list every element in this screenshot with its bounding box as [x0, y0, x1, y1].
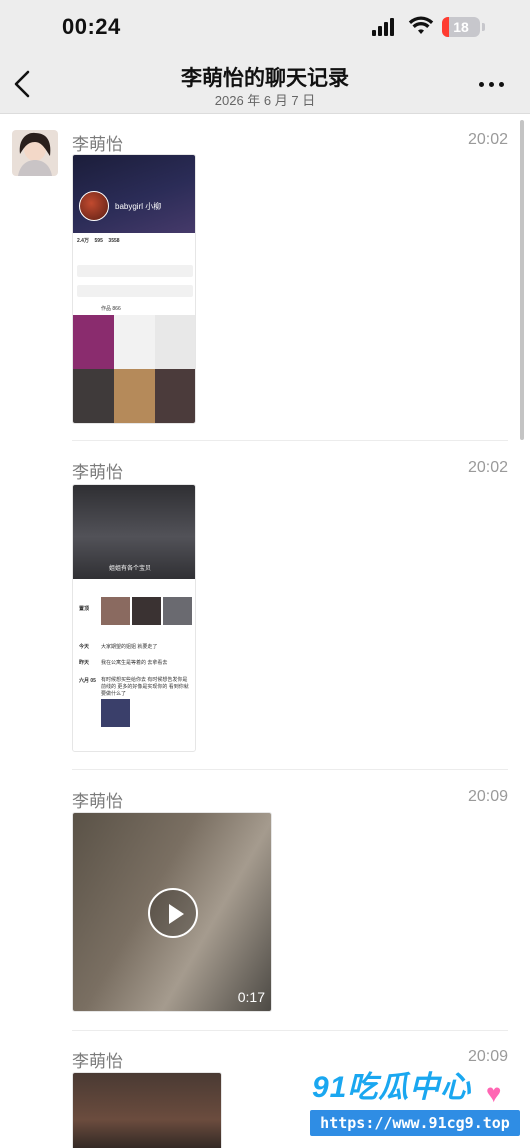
- image-message[interactable]: [72, 1072, 222, 1148]
- profile-name: babygirl 小柳: [115, 202, 162, 211]
- battery-icon: 18: [442, 17, 480, 37]
- grid-cell: [73, 369, 114, 423]
- nav-bar: 李萌怡的聊天记录 2026 年 6 月 7 日: [0, 56, 530, 114]
- play-icon[interactable]: [148, 888, 198, 938]
- profile-tab-works: 作品 866: [101, 306, 121, 312]
- profile-avatar: [79, 191, 109, 221]
- grid-cell: [114, 315, 155, 369]
- feed-row-text: 有时候想买些给你去 有时候想告发你是前线的 更多的好像是实现你的 看到你就要做什…: [101, 677, 189, 697]
- feed-header-caption: 姐姐有各个宝贝: [109, 566, 152, 572]
- message-time: 20:02: [467, 131, 508, 148]
- message-divider: [72, 440, 508, 441]
- video-message[interactable]: 0:17: [72, 812, 272, 1012]
- message-divider: [72, 1030, 508, 1031]
- message-divider: [72, 769, 508, 770]
- sender-name: 李萌怡: [72, 792, 123, 811]
- page-title: 李萌怡的聊天记录: [181, 67, 349, 90]
- status-bar: 00:24 18: [0, 0, 530, 56]
- feed-row-label: 六月 05: [79, 678, 96, 684]
- feed-photo: [101, 699, 130, 727]
- grid-cell: [114, 369, 155, 423]
- sender-name: 李萌怡: [72, 1052, 123, 1071]
- feed-row-text: 我在公寓生是等着的 去拿看去: [101, 660, 168, 666]
- grid-cell: [155, 315, 195, 369]
- watermark-url: https://www.91cg9.top: [310, 1110, 520, 1136]
- sender-name: 李萌怡: [72, 463, 123, 482]
- grid-cell: [73, 315, 114, 369]
- wifi-icon: [408, 16, 434, 34]
- avatar[interactable]: [12, 130, 58, 176]
- image-message-feed-screenshot[interactable]: 姐姐有各个宝贝 置顶 今天 大家期望的姐姐 就要走了 昨天 我在公寓生是等着的 …: [72, 484, 196, 752]
- feed-row-label: 置顶: [79, 606, 90, 612]
- grid-cell: [155, 369, 195, 423]
- status-time: 00:24: [62, 14, 121, 39]
- feed-photo: [163, 597, 192, 625]
- message-time: 20:02: [467, 459, 508, 476]
- feed-row-label: 今天: [79, 644, 90, 650]
- cellular-signal-icon: [372, 18, 398, 36]
- image-message-profile-screenshot[interactable]: babygirl 小柳 2.4万 595 3558 作品 866: [72, 154, 196, 424]
- scrollbar[interactable]: [520, 120, 524, 440]
- watermark-logo: 91吃瓜中心: [312, 1071, 472, 1104]
- stat-likes: 2.4万: [77, 238, 89, 244]
- feed-photo: [132, 597, 161, 625]
- message-time: 20:09: [467, 788, 508, 805]
- battery-nub: [482, 23, 485, 31]
- battery-level: 18: [453, 19, 469, 35]
- feed-row-text: 大家期望的姐姐 就要走了: [101, 644, 158, 650]
- feed-photo: [101, 597, 130, 625]
- heart-icon: ♥: [486, 1078, 502, 1108]
- profile-stats: 2.4万 595 3558: [77, 237, 120, 244]
- video-duration: 0:17: [237, 989, 265, 1005]
- profile-actions-row: [77, 285, 193, 297]
- feed-row-label: 昨天: [79, 660, 90, 666]
- more-options-icon[interactable]: [476, 74, 508, 94]
- stat-following: 595: [94, 238, 103, 244]
- profile-info-row: [77, 265, 193, 277]
- profile-video-grid: [73, 315, 195, 423]
- page-subtitle-date: 2026 年 6 月 7 日: [214, 93, 316, 108]
- stat-followers: 3558: [108, 238, 120, 244]
- sender-name: 李萌怡: [72, 135, 123, 154]
